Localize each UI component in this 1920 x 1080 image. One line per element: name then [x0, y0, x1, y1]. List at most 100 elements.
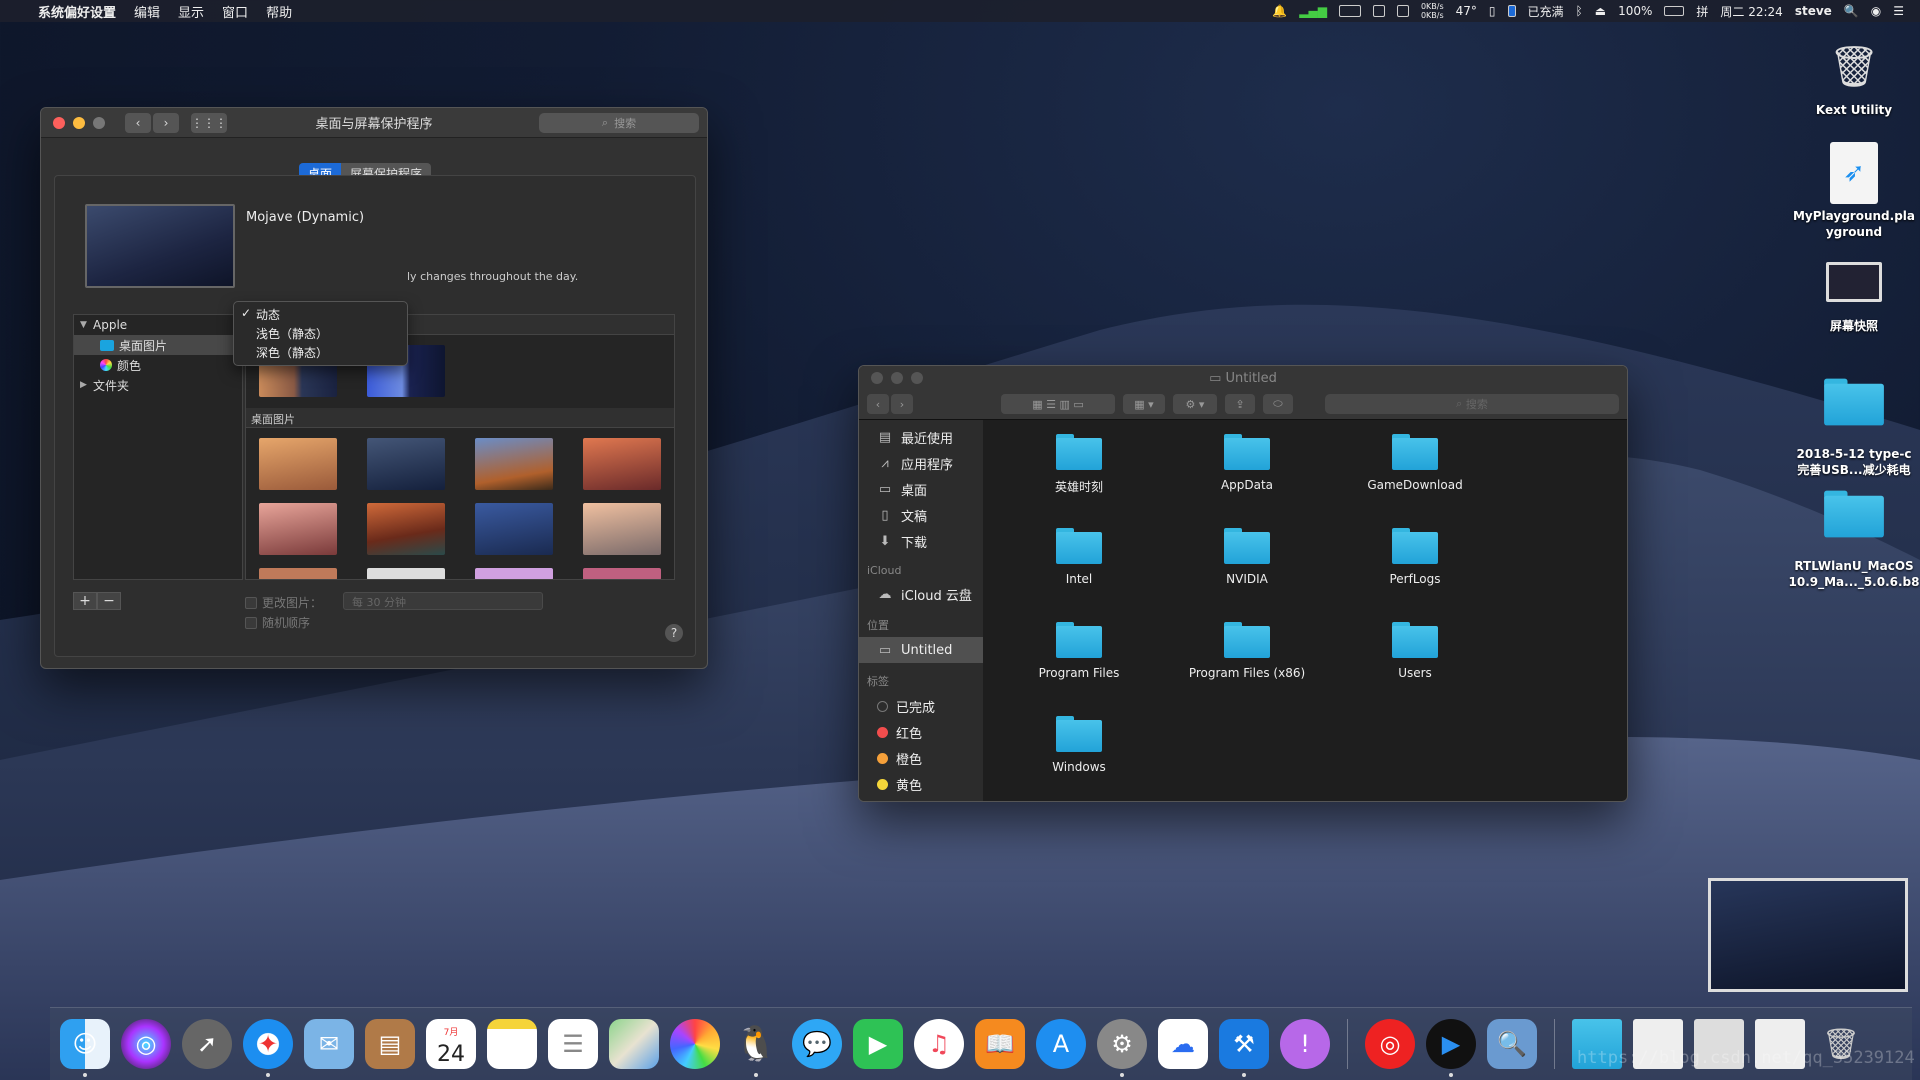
- mail-icon[interactable]: ✉: [304, 1019, 354, 1069]
- disclosure-closed-icon[interactable]: ▶: [80, 380, 88, 390]
- search-input[interactable]: ⌕ 搜索: [1325, 394, 1619, 414]
- notification-bell-icon[interactable]: 🔔: [1272, 4, 1287, 18]
- battery-icon[interactable]: [1664, 6, 1685, 16]
- media-player-icon[interactable]: ▶: [1426, 1019, 1476, 1077]
- wallpaper-thumb[interactable]: [583, 568, 661, 579]
- change-picture-checkbox[interactable]: [245, 596, 257, 609]
- source-folders[interactable]: ▶ 文件夹: [74, 375, 242, 395]
- wallpaper-thumb[interactable]: [475, 568, 553, 579]
- sidebar-item-downloads[interactable]: ⬇ 下载: [859, 528, 983, 554]
- temperature[interactable]: 47°: [1456, 4, 1477, 18]
- sidebar-item-icloud-drive[interactable]: ☁ iCloud 云盘: [859, 581, 983, 607]
- books-icon[interactable]: 📖: [975, 1019, 1025, 1069]
- folder-item[interactable]: Users: [1331, 618, 1499, 712]
- charge-status[interactable]: 已充满: [1528, 3, 1564, 20]
- wallpaper-thumb[interactable]: [583, 438, 661, 490]
- view-mode-control[interactable]: ▦ ☰ ▥ ▭: [1001, 394, 1115, 414]
- desktop-icon-rtlwlan-folder[interactable]: RTLWlanU_MacOS 10.9_Ma..._5.0.6.b8: [1784, 486, 1920, 590]
- folder-item[interactable]: Windows: [995, 712, 1163, 801]
- preview-icon[interactable]: 🔍: [1487, 1019, 1537, 1069]
- close-button[interactable]: [53, 116, 65, 129]
- folder-item[interactable]: 英雄时刻: [995, 430, 1163, 524]
- back-button[interactable]: ‹: [125, 112, 151, 133]
- share-icon[interactable]: ⇪: [1225, 394, 1255, 414]
- dropdown-item-dark[interactable]: 深色（静态）: [234, 343, 407, 362]
- spotlight-search-icon[interactable]: 🔍: [1844, 4, 1859, 18]
- wallpaper-thumb[interactable]: [475, 438, 553, 490]
- add-folder-button[interactable]: +: [73, 592, 97, 610]
- help-button[interactable]: ?: [665, 624, 683, 642]
- folder-item[interactable]: NVIDIA: [1163, 524, 1331, 618]
- wallpaper-thumb[interactable]: [475, 503, 553, 555]
- remove-folder-button[interactable]: −: [97, 592, 121, 610]
- signal-icon[interactable]: ▂▄▆: [1299, 4, 1327, 18]
- desktop-icon-usb-folder[interactable]: 2018-5-12 type-c 完善USB...减少耗电: [1784, 374, 1920, 478]
- battery-percent[interactable]: 100%: [1618, 4, 1652, 18]
- source-apple[interactable]: ▼ Apple: [74, 315, 242, 335]
- notes-icon[interactable]: [487, 1019, 537, 1069]
- zoom-button[interactable]: [93, 116, 105, 129]
- xcode-icon[interactable]: ⚒: [1219, 1019, 1269, 1077]
- clock[interactable]: 周二 22:24: [1720, 3, 1782, 20]
- wallpaper-thumb[interactable]: [367, 438, 445, 490]
- window-titlebar[interactable]: ‹ › ⋮⋮⋮ 桌面与屏幕保护程序 ⌕ 搜索: [41, 108, 707, 138]
- siri-icon[interactable]: ◉: [1871, 4, 1881, 18]
- itunes-icon[interactable]: ♫: [914, 1019, 964, 1069]
- menu-view[interactable]: 显示: [178, 2, 204, 21]
- memory-icon[interactable]: [1372, 5, 1385, 17]
- folder-item[interactable]: Intel: [995, 524, 1163, 618]
- folder-item[interactable]: AppData: [1163, 430, 1331, 524]
- desktop-space-thumbnail[interactable]: [1708, 878, 1908, 992]
- folder-item[interactable]: Program Files (x86): [1163, 618, 1331, 712]
- tag-icon[interactable]: ⬭: [1263, 394, 1293, 414]
- folder-item[interactable]: Program Files: [995, 618, 1163, 712]
- sidebar-item-untitled[interactable]: ▭ Untitled: [859, 637, 983, 663]
- user-menu[interactable]: steve: [1795, 4, 1832, 18]
- wallpaper-thumb[interactable]: [367, 568, 445, 579]
- folder-item[interactable]: GameDownload: [1331, 430, 1499, 524]
- maps-icon[interactable]: [609, 1019, 659, 1069]
- eject-icon[interactable]: ⏏: [1595, 4, 1606, 18]
- bluetooth-icon[interactable]: ᛒ: [1576, 4, 1583, 18]
- baidu-netdisk-icon[interactable]: ☁: [1158, 1019, 1208, 1069]
- menu-edit[interactable]: 编辑: [134, 2, 160, 21]
- folder-item[interactable]: PerfLogs: [1331, 524, 1499, 618]
- battery-monitor-icon[interactable]: [1507, 5, 1516, 17]
- wallpaper-thumb[interactable]: [367, 503, 445, 555]
- finder-titlebar[interactable]: ▭ Untitled ‹ › ▦ ☰ ▥ ▭ ▦ ▾ ⚙ ▾ ⇪ ⬭ ⌕ 搜索: [859, 366, 1627, 420]
- feedback-icon[interactable]: !: [1280, 1019, 1330, 1069]
- launchpad-icon[interactable]: ➚: [182, 1019, 232, 1069]
- forward-button[interactable]: ›: [891, 394, 913, 414]
- sidebar-tag-yellow[interactable]: 黄色: [859, 771, 983, 797]
- siri-icon[interactable]: ◎: [121, 1019, 171, 1069]
- notification-center-icon[interactable]: ☰: [1893, 4, 1904, 18]
- wallpaper-thumb[interactable]: [583, 503, 661, 555]
- dropdown-item-dynamic[interactable]: ✓ 动态: [234, 305, 407, 324]
- desktop-icon-screenshot[interactable]: 屏幕快照: [1784, 262, 1920, 334]
- menu-window[interactable]: 窗口: [222, 2, 248, 21]
- menu-help[interactable]: 帮助: [266, 2, 292, 21]
- netease-music-icon[interactable]: ◎: [1365, 1019, 1415, 1069]
- sidebar-tag-red[interactable]: 红色: [859, 719, 983, 745]
- reminders-icon[interactable]: ☰: [548, 1019, 598, 1069]
- back-button[interactable]: ‹: [867, 394, 889, 414]
- sidebar-item-recents[interactable]: ▤ 最近使用: [859, 424, 983, 450]
- net-speed[interactable]: 0KB/s 0KB/s: [1421, 2, 1444, 20]
- disk-icon[interactable]: [1396, 5, 1409, 17]
- minimize-button[interactable]: [73, 116, 85, 129]
- search-input[interactable]: ⌕ 搜索: [539, 113, 699, 133]
- desktop-icon-kext-utility[interactable]: 🗑 Kext Utility: [1784, 34, 1920, 118]
- show-all-grid-icon[interactable]: ⋮⋮⋮: [191, 112, 227, 133]
- interval-select[interactable]: 每 30 分钟: [343, 592, 543, 610]
- desktop-icon-playground[interactable]: ➶ MyPlayground.pla yground: [1784, 142, 1920, 240]
- contacts-icon[interactable]: ▤: [365, 1019, 415, 1069]
- phone-icon[interactable]: ▯: [1489, 4, 1496, 18]
- wallpaper-thumb[interactable]: [259, 503, 337, 555]
- group-by-button[interactable]: ▦ ▾: [1123, 394, 1165, 414]
- sidebar-item-desktop[interactable]: ▭ 桌面: [859, 476, 983, 502]
- sidebar-tag-done[interactable]: 已完成: [859, 693, 983, 719]
- input-method-icon[interactable]: 拼: [1696, 3, 1708, 20]
- dropdown-item-light[interactable]: 浅色（静态）: [234, 324, 407, 343]
- qq-icon[interactable]: 🐧: [731, 1019, 781, 1077]
- sidebar-item-applications[interactable]: ⩘ 应用程序: [859, 450, 983, 476]
